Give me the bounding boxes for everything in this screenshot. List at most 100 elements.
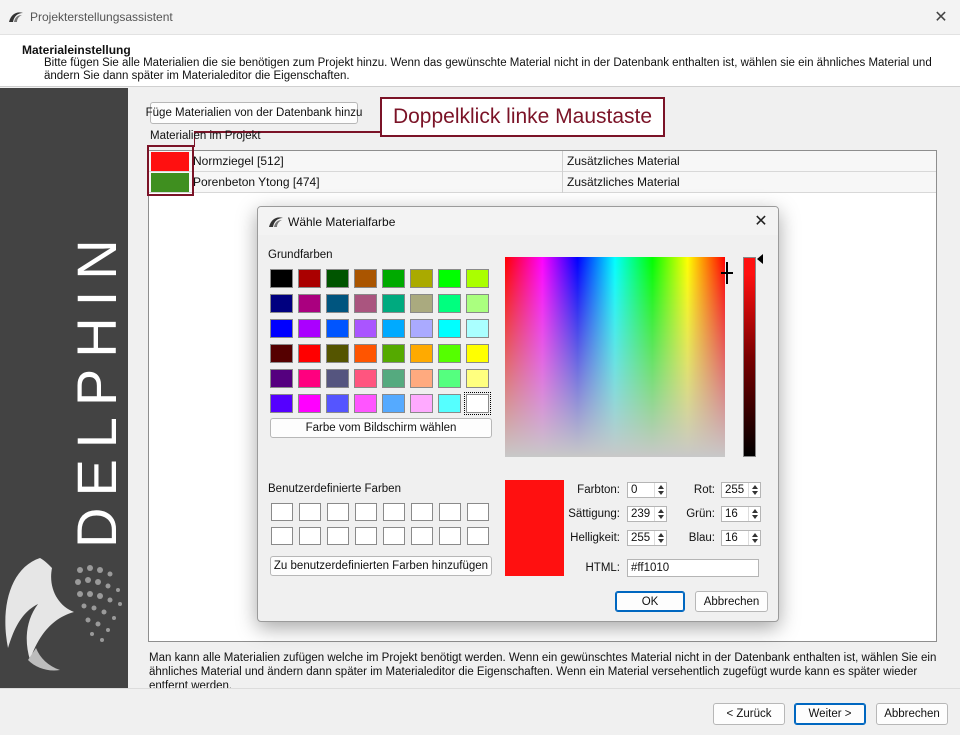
html-color-input[interactable]: #ff1010	[627, 559, 759, 577]
basic-color-swatch[interactable]	[354, 344, 377, 363]
blue-label: Blau:	[688, 532, 715, 544]
basic-color-swatch[interactable]	[410, 269, 433, 288]
basic-color-swatch[interactable]	[466, 369, 489, 388]
basic-color-swatch[interactable]	[410, 319, 433, 338]
basic-color-swatch[interactable]	[466, 344, 489, 363]
custom-color-swatch[interactable]	[467, 503, 489, 521]
dialog-cancel-button[interactable]: Abbrechen	[695, 591, 768, 612]
basic-color-swatch[interactable]	[438, 294, 461, 313]
pick-screen-color-button[interactable]: Farbe vom Bildschirm wählen	[270, 418, 492, 438]
basic-color-swatch[interactable]	[438, 394, 461, 413]
blue-spinbox[interactable]: 16	[721, 530, 761, 546]
basic-color-swatch[interactable]	[438, 344, 461, 363]
basic-color-swatch[interactable]	[382, 294, 405, 313]
basic-color-swatch[interactable]	[410, 294, 433, 313]
basic-color-swatch[interactable]	[326, 369, 349, 388]
basic-color-swatch[interactable]	[326, 344, 349, 363]
basic-color-swatch[interactable]	[270, 269, 293, 288]
basic-color-swatch[interactable]	[410, 369, 433, 388]
basic-color-swatch[interactable]	[298, 344, 321, 363]
page-header: Materialeinstellung Bitte fügen Sie alle…	[0, 35, 960, 87]
basic-color-swatch[interactable]	[466, 269, 489, 288]
custom-color-swatch[interactable]	[299, 503, 321, 521]
basic-color-swatch[interactable]	[354, 269, 377, 288]
basic-color-swatch[interactable]	[298, 269, 321, 288]
custom-color-swatch[interactable]	[383, 503, 405, 521]
basic-color-swatch[interactable]	[326, 294, 349, 313]
custom-color-swatch[interactable]	[327, 503, 349, 521]
custom-color-swatch[interactable]	[299, 527, 321, 545]
sidebar-branding: DELPHIN	[0, 88, 128, 688]
window-title: Projekterstellungsassistent	[30, 10, 173, 24]
basic-color-swatch[interactable]	[438, 369, 461, 388]
green-label: Grün:	[686, 508, 715, 520]
close-icon[interactable]: ✕	[930, 6, 952, 28]
basic-color-swatch[interactable]	[270, 394, 293, 413]
back-button[interactable]: < Zurück	[713, 703, 785, 725]
basic-color-swatch[interactable]	[464, 392, 491, 415]
custom-color-swatch[interactable]	[327, 527, 349, 545]
custom-color-swatch[interactable]	[271, 503, 293, 521]
callout-double-click: Doppelklick linke Maustaste	[380, 97, 665, 137]
basic-color-swatch[interactable]	[298, 394, 321, 413]
basic-color-swatch[interactable]	[438, 319, 461, 338]
red-spinbox[interactable]: 255	[721, 482, 761, 498]
luminance-slider[interactable]	[743, 257, 756, 457]
basic-color-swatch[interactable]	[354, 369, 377, 388]
add-custom-color-button[interactable]: Zu benutzerdefinierten Farben hinzufügen	[270, 556, 492, 576]
spin-arrows-icon[interactable]	[748, 507, 760, 521]
material-name: Normziegel [512]	[193, 154, 284, 168]
hue-saturation-spectrum[interactable]	[505, 257, 725, 457]
custom-color-swatch[interactable]	[439, 527, 461, 545]
delphin-logo-icon	[9, 12, 23, 22]
custom-color-swatch[interactable]	[411, 527, 433, 545]
green-spinbox[interactable]: 16	[721, 506, 761, 522]
basic-color-swatch[interactable]	[382, 319, 405, 338]
basic-color-swatch[interactable]	[382, 269, 405, 288]
custom-color-swatch[interactable]	[271, 527, 293, 545]
basic-color-swatch[interactable]	[354, 394, 377, 413]
basic-color-swatch[interactable]	[410, 394, 433, 413]
dialog-title: Wähle Materialfarbe	[288, 215, 396, 229]
basic-color-swatch[interactable]	[270, 344, 293, 363]
custom-color-swatch[interactable]	[411, 503, 433, 521]
basic-color-swatch[interactable]	[326, 269, 349, 288]
basic-color-swatch[interactable]	[326, 394, 349, 413]
basic-color-swatch[interactable]	[466, 294, 489, 313]
next-button[interactable]: Weiter >	[794, 703, 866, 725]
spin-arrows-icon[interactable]	[748, 483, 760, 497]
custom-color-swatch[interactable]	[383, 527, 405, 545]
material-type: Zusätzliches Material	[567, 154, 680, 168]
basic-color-swatch[interactable]	[438, 269, 461, 288]
basic-color-swatch[interactable]	[382, 344, 405, 363]
custom-color-swatch[interactable]	[467, 527, 489, 545]
color-preview	[505, 480, 564, 576]
delphin-logo-icon	[269, 217, 283, 227]
custom-color-swatch[interactable]	[355, 503, 377, 521]
basic-color-swatch[interactable]	[354, 294, 377, 313]
basic-color-swatch[interactable]	[298, 294, 321, 313]
basic-color-swatch[interactable]	[410, 344, 433, 363]
basic-color-swatch[interactable]	[354, 319, 377, 338]
basic-color-swatch[interactable]	[466, 319, 489, 338]
ok-button[interactable]: OK	[615, 591, 685, 612]
basic-color-swatch[interactable]	[382, 394, 405, 413]
basic-color-swatch[interactable]	[298, 319, 321, 338]
basic-color-swatch[interactable]	[326, 319, 349, 338]
close-icon[interactable]: ✕	[750, 210, 772, 232]
dialog-titlebar: Wähle Materialfarbe ✕	[258, 207, 778, 235]
custom-color-swatch[interactable]	[439, 503, 461, 521]
basic-color-swatch[interactable]	[270, 369, 293, 388]
basic-color-swatch[interactable]	[298, 369, 321, 388]
custom-color-swatch[interactable]	[355, 527, 377, 545]
luminance-arrow-icon[interactable]	[757, 254, 763, 264]
brand-text: DELPHIN	[72, 228, 128, 548]
material-row[interactable]: Porenbeton Ytong [474] Zusätzliches Mate…	[149, 172, 936, 193]
basic-color-swatch[interactable]	[382, 369, 405, 388]
spin-arrows-icon[interactable]	[748, 531, 760, 545]
basic-color-swatch[interactable]	[270, 294, 293, 313]
saturation-label: Sättigung:	[568, 508, 620, 520]
basic-color-swatch[interactable]	[270, 319, 293, 338]
cancel-button[interactable]: Abbrechen	[876, 703, 948, 725]
material-row[interactable]: Normziegel [512] Zusätzliches Material	[149, 151, 936, 172]
